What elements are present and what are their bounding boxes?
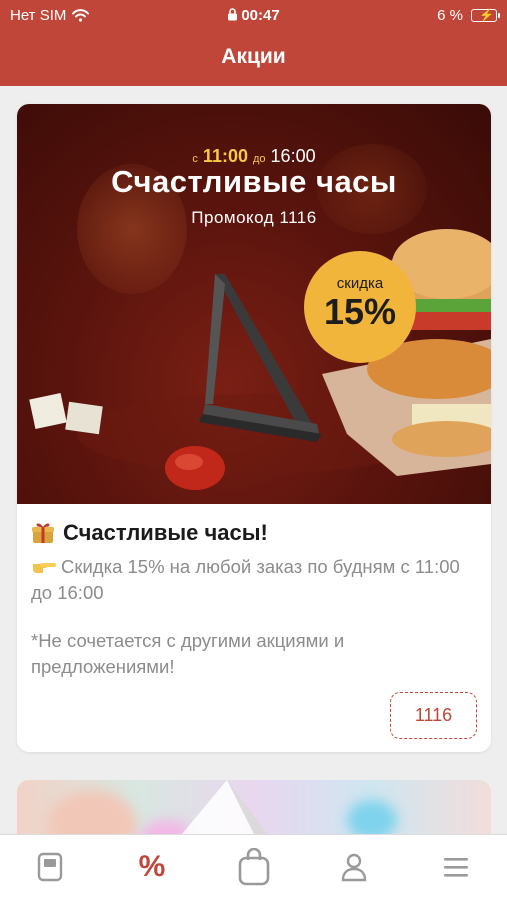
- pointing-hand-icon: [33, 563, 56, 573]
- promo-code-button[interactable]: 1116: [390, 692, 477, 739]
- promo-description: Скидка 15% на любой заказ по будням с 11…: [31, 556, 460, 603]
- profile-icon: [341, 853, 367, 882]
- gift-icon: [32, 523, 54, 543]
- tab-more[interactable]: [426, 847, 486, 887]
- page-title: Акции: [221, 45, 286, 68]
- promo-card-next[interactable]: [17, 780, 491, 834]
- status-bar: Нет SIM 00:47 6 % ⚡: [0, 0, 507, 34]
- hamburger-icon: [444, 858, 468, 877]
- banner-illustration: [29, 229, 491, 490]
- percent-icon: %: [138, 850, 166, 883]
- tab-cart[interactable]: [224, 847, 284, 887]
- promo-card[interactable]: с 11:00 до 16:00 Счастливые часы Промоко…: [17, 104, 491, 752]
- battery-percent: 6 %: [437, 7, 463, 24]
- promo-card-next-image: [182, 780, 268, 834]
- tab-promotions[interactable]: %: [122, 847, 182, 887]
- promo-note: *Не сочетается с другими акциями и предл…: [31, 630, 345, 677]
- menu-card-icon: [37, 852, 63, 882]
- clock-time: 00:47: [241, 7, 280, 24]
- promo-title: Счастливые часы!: [31, 520, 268, 546]
- lock-icon: [228, 8, 238, 21]
- tab-bar: %: [0, 834, 507, 900]
- bag-icon: [238, 848, 270, 886]
- tab-menu[interactable]: [20, 847, 80, 887]
- nav-bar: Акции: [0, 34, 507, 86]
- promo-banner-image: с 11:00 до 16:00 Счастливые часы Промоко…: [17, 104, 491, 504]
- promo-list[interactable]: с 11:00 до 16:00 Счастливые часы Промоко…: [0, 86, 507, 834]
- discount-badge: скидка 15%: [304, 251, 416, 363]
- tab-profile[interactable]: [324, 847, 384, 887]
- battery-icon: ⚡: [471, 8, 500, 22]
